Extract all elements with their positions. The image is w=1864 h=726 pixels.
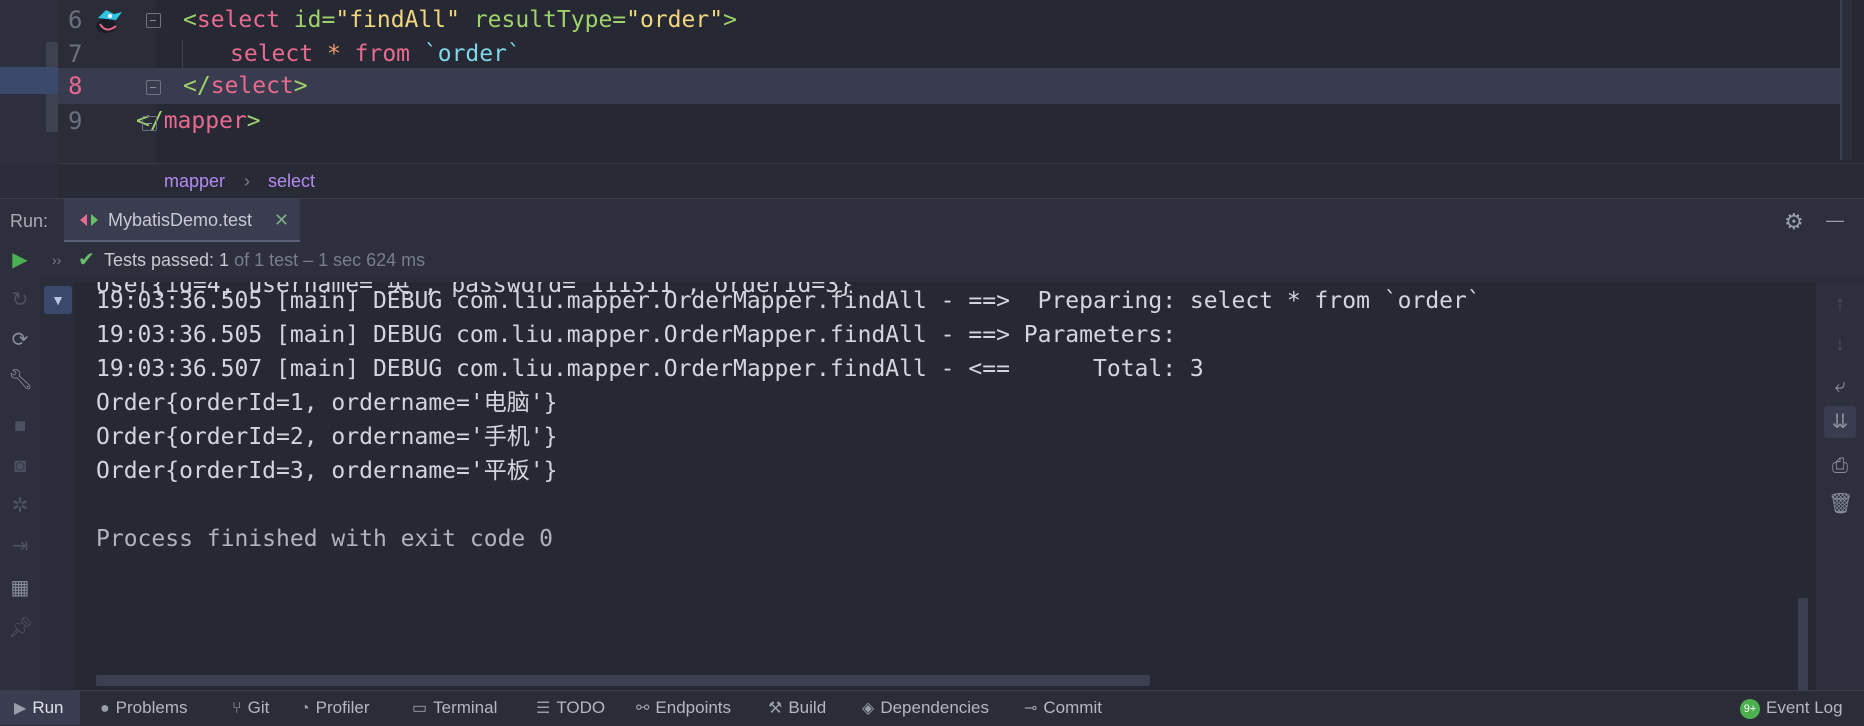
tool-tab-endpoints[interactable]: ⚯ Endpoints — [636, 691, 731, 725]
breadcrumb-item-select[interactable]: select — [268, 164, 315, 198]
tool-tab-terminal[interactable]: ▭ Terminal — [412, 691, 497, 725]
tool-tab-commit[interactable]: ⊸ Commit — [1024, 691, 1102, 725]
minimize-icon[interactable]: — — [1826, 210, 1844, 231]
exit-icon[interactable]: ⇥ — [8, 534, 32, 558]
tool-tab-label: Profiler — [315, 698, 370, 717]
hammer-icon: ⚒ — [768, 700, 783, 717]
run-tab-mybatisdemo[interactable]: MybatisDemo.test ✕ — [64, 199, 300, 243]
profiler-icon: ◔ — [300, 700, 310, 717]
print-icon[interactable]: ⎙ — [1828, 454, 1852, 478]
run-panel-header: Run: MybatisDemo.test ✕ ⚙ — — [0, 198, 1864, 243]
breadcrumb-item-mapper[interactable]: mapper — [164, 164, 225, 198]
tool-tab-label: TODO — [556, 698, 606, 717]
test-status-row: ›› ✔ Tests passed: 1 of 1 test – 1 sec 6… — [40, 242, 1864, 278]
console-line: Order{orderId=1, ordername='电脑'} — [96, 390, 558, 416]
tool-tab-git[interactable]: ⑂ Git — [232, 691, 269, 725]
console-vertical-scrollbar[interactable] — [1798, 598, 1808, 690]
console-line: Order{orderId=2, ordername='手机'} — [96, 424, 558, 450]
tool-tab-label: Endpoints — [655, 698, 732, 717]
endpoints-icon: ⚯ — [636, 700, 650, 717]
wrench-icon[interactable]: 🔧︎ — [8, 368, 33, 392]
tool-tab-label: Dependencies — [880, 698, 990, 717]
console-output[interactable]: User{id=4, username='英', password='11131… — [74, 282, 1816, 690]
tool-tab-dependencies[interactable]: ◈ Dependencies — [862, 691, 989, 725]
list-icon: ☰ — [536, 700, 551, 717]
fold-marker-icon[interactable] — [146, 13, 161, 28]
console-line: Order{orderId=3, ordername='平板'} — [96, 458, 558, 484]
tool-tab-label: Build — [788, 698, 827, 717]
terminal-icon: ▭ — [412, 700, 428, 717]
camera-icon[interactable]: ◙ — [8, 454, 32, 478]
breadcrumb: mapper › select — [58, 163, 1864, 198]
tool-tab-run[interactable]: ▶ Run — [0, 691, 80, 725]
code-line-8[interactable]: 8 </select> — [58, 68, 1848, 104]
scroll-to-end-icon[interactable]: ⇊ — [1824, 406, 1856, 438]
tool-tab-label: Git — [247, 698, 270, 717]
close-icon[interactable]: ✕ — [274, 199, 289, 241]
pin-icon[interactable]: 📌︎ — [8, 616, 33, 640]
arrow-up-icon[interactable]: ↑ — [1828, 292, 1852, 316]
line-number: 9 — [68, 107, 83, 135]
run-label: Run: — [10, 211, 49, 231]
rerun-failed-icon[interactable]: ↻ — [8, 288, 32, 312]
editor-left-strip — [0, 0, 58, 163]
fold-marker-icon[interactable] — [142, 116, 157, 131]
breadcrumb-separator: › — [244, 171, 250, 191]
tool-tab-problems[interactable]: ● Problems — [100, 691, 187, 725]
console-right-toolbar: ↑ ↓ ⤶ ⇊ ⎙ 🗑︎ — [1816, 282, 1864, 690]
console-line: Process finished with exit code 0 — [96, 526, 553, 552]
run-tab-title: MybatisDemo.test — [108, 210, 253, 230]
test-config-icon — [80, 214, 98, 226]
tool-tab-label: Problems — [115, 698, 188, 717]
editor-strip-highlight — [0, 67, 58, 94]
problems-icon: ● — [100, 700, 110, 717]
soft-wrap-icon[interactable]: ⤶ — [1828, 374, 1852, 398]
play-icon: ▶ — [14, 700, 27, 717]
toggle-auto-test-icon[interactable]: ⟳ — [8, 328, 32, 352]
code-editor[interactable]: 6 <select id="findAll" resultType="order… — [0, 0, 1864, 163]
stop-icon[interactable]: ■ — [8, 414, 32, 438]
commit-icon: ⊸ — [1024, 700, 1038, 717]
tool-tab-label: Run — [32, 698, 64, 717]
expand-icon[interactable]: ›› — [52, 242, 61, 278]
line-number: 8 — [68, 72, 83, 100]
code-text: </select> — [183, 73, 308, 99]
tool-tab-build[interactable]: ⚒ Build — [768, 691, 826, 725]
tool-tab-label: Terminal — [433, 698, 498, 717]
event-log-button[interactable]: 9+ Event Log — [1740, 691, 1843, 725]
mybatis-bird-icon[interactable] — [92, 6, 124, 36]
tool-tab-todo[interactable]: ☰ TODO — [536, 691, 605, 725]
run-left-toolbar: ▶ ↻ ⟳ 🔧︎ ■ ◙ ✲ ⇥ ▦ 📌︎ — [0, 242, 40, 690]
chevron-down-icon[interactable]: ▼ — [44, 286, 72, 314]
editor-scrollbar[interactable] — [1840, 0, 1852, 160]
tool-tab-label: Commit — [1043, 698, 1102, 717]
console-horizontal-scrollbar[interactable] — [96, 675, 1150, 686]
layout-icon[interactable]: ▦ — [8, 576, 32, 600]
tests-passed-count: Tests passed: 1 — [104, 250, 230, 270]
console-line: 19:03:36.505 [main] DEBUG com.liu.mapper… — [96, 322, 1190, 348]
git-branch-icon: ⑂ — [232, 700, 242, 717]
tests-passed-detail: of 1 test – 1 sec 624 ms — [229, 250, 426, 270]
console-line: 19:03:36.505 [main] DEBUG com.liu.mapper… — [96, 288, 1481, 314]
arrow-down-icon[interactable]: ↓ — [1828, 332, 1852, 356]
check-icon: ✔ — [78, 249, 95, 271]
trash-icon[interactable]: 🗑︎ — [1828, 492, 1853, 516]
rerun-icon[interactable]: ▶ — [8, 248, 32, 272]
event-count-badge: 9+ — [1740, 698, 1760, 719]
code-line-9[interactable]: 9 </mapper> — [58, 104, 1848, 138]
gear-icon[interactable]: ⚙ — [1784, 209, 1804, 235]
tests-passed-text: Tests passed: 1 of 1 test – 1 sec 624 ms — [104, 242, 425, 278]
event-log-label: Event Log — [1766, 698, 1843, 717]
layers-icon: ◈ — [862, 700, 875, 717]
tool-tab-profiler[interactable]: ◔ Profiler — [300, 691, 370, 725]
bottom-tool-window-bar: ▶ Run ● Problems ⑂ Git ◔ Profiler ▭ Terminal … — [0, 690, 1864, 725]
fold-marker-icon[interactable] — [146, 80, 161, 95]
bug-icon[interactable]: ✲ — [8, 494, 32, 518]
console-line: 19:03:36.507 [main] DEBUG com.liu.mapper… — [96, 356, 1204, 382]
